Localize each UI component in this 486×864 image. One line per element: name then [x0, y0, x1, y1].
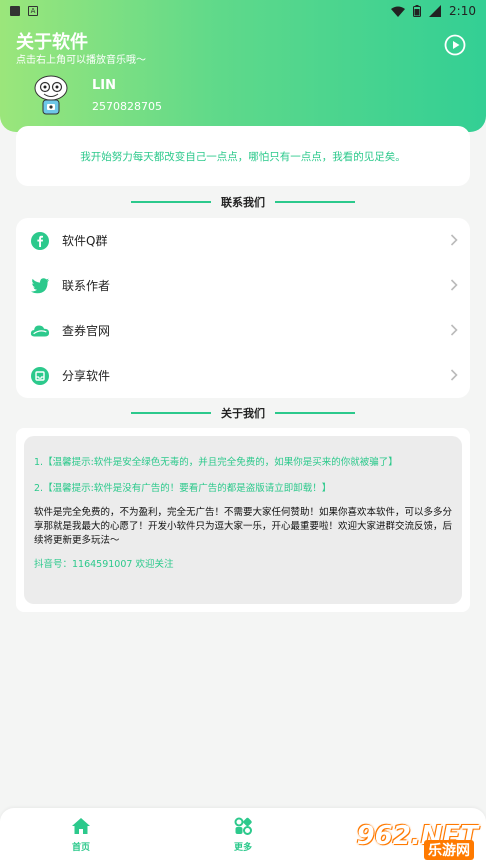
contact-label: 联系作者 [62, 279, 111, 293]
about-tip-1: 1.【温馨提示:软件是安全绿色无毒的，并且完全免费的，如果你是买来的你就被骗了】 [34, 457, 398, 468]
home-icon [72, 818, 90, 834]
contact-item-share[interactable]: 分享软件 [16, 353, 470, 398]
watermark: 962.NET 乐游网 [338, 812, 478, 860]
contact-item-website[interactable]: 查券官网 [16, 308, 470, 353]
inbox-icon [30, 366, 50, 386]
section-title: 联系我们 [221, 196, 265, 209]
battery-icon [413, 5, 422, 17]
about-douyin: 抖音号：1164591007 欢迎关注 [34, 559, 174, 570]
wifi-icon [391, 6, 406, 17]
play-circle-icon[interactable] [444, 34, 466, 56]
about-body: 软件是完全免费的，不为盈利，完全无广告！不需要大家任何赞助！如果你喜欢本软件，可… [34, 507, 453, 546]
nav-more[interactable]: 更多 [213, 816, 273, 853]
chevron-right-icon [450, 324, 458, 336]
divider [131, 201, 211, 203]
app-icon: A [28, 6, 38, 16]
nav-label: 首页 [71, 843, 90, 853]
about-tip-2: 2.【温馨提示:软件是没有广告的！要看广告的都是盗版请立即卸载！】 [34, 483, 332, 494]
divider [275, 201, 355, 203]
avatar [34, 75, 68, 115]
twitter-icon [30, 276, 50, 296]
contact-label: 软件Q群 [62, 234, 108, 248]
chevron-right-icon [450, 279, 458, 291]
about-content: 1.【温馨提示:软件是安全绿色无毒的，并且完全免费的，如果你是买来的你就被骗了】… [24, 436, 462, 604]
user-name: LIN [92, 78, 117, 93]
cloud-icon [30, 321, 50, 341]
divider [275, 412, 355, 414]
watermark-text: 乐游网 [424, 840, 474, 860]
chevron-right-icon [450, 369, 458, 381]
about-section-header: 关于我们 [0, 405, 486, 421]
quote-text: 我开始努力每天都改变自己一点点，哪怕只有一点点，我看的见足矣。 [80, 150, 406, 163]
chevron-right-icon [450, 234, 458, 246]
divider [131, 412, 211, 414]
contact-section-header: 联系我们 [0, 194, 486, 210]
section-title: 关于我们 [221, 407, 265, 420]
user-qq: 2570828705 [92, 100, 162, 113]
contact-item-author[interactable]: 联系作者 [16, 263, 470, 308]
contact-item-qq-group[interactable]: 软件Q群 [16, 218, 470, 263]
nav-home[interactable]: 首页 [51, 816, 111, 853]
page-subtitle: 点击右上角可以播放音乐哦～ [16, 55, 146, 66]
contact-label: 查券官网 [62, 324, 111, 338]
quote-card: 我开始努力每天都改变自己一点点，哪怕只有一点点，我看的见足矣。 [16, 126, 470, 186]
contact-card: 软件Q群 联系作者 查券官网 分享软件 [16, 218, 470, 398]
contact-label: 分享软件 [62, 369, 111, 383]
signal-icon [429, 5, 442, 17]
status-bar: A 2:10 [0, 0, 486, 22]
about-card: 1.【温馨提示:软件是安全绿色无毒的，并且完全免费的，如果你是买来的你就被骗了】… [16, 428, 470, 612]
facebook-icon [30, 231, 50, 251]
nav-label: 更多 [233, 843, 252, 853]
status-time: 2:10 [449, 4, 476, 18]
more-icon [234, 817, 252, 835]
notification-icon [10, 6, 20, 16]
